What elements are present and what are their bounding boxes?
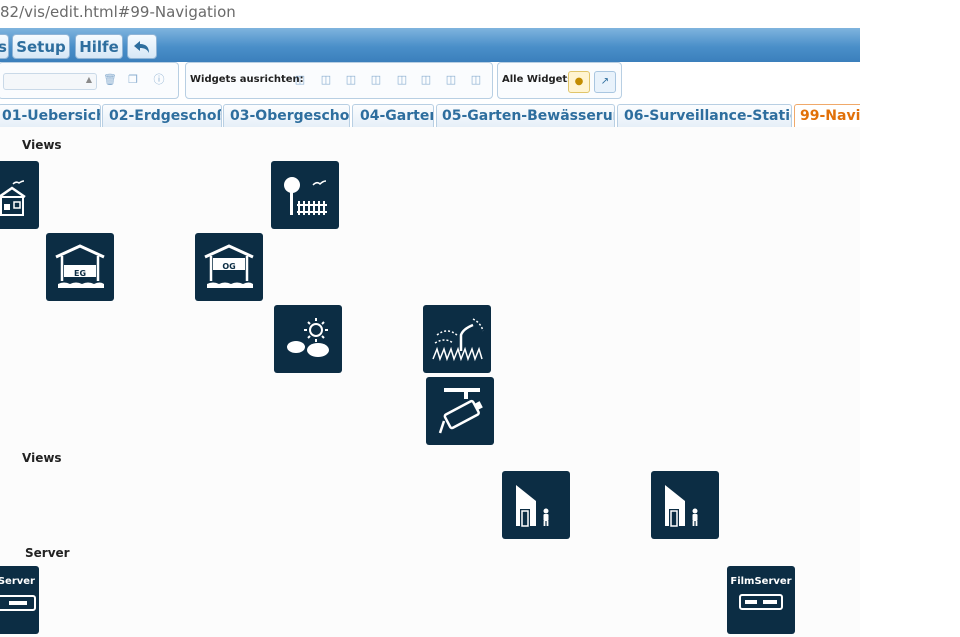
select-arrows-icon: ▲ <box>85 75 92 84</box>
main-menu-bar: s Setup Hilfe <box>0 28 860 62</box>
lock-all-button[interactable]: ● <box>568 71 590 93</box>
info-icon[interactable]: ⓘ <box>152 73 166 87</box>
tab-01-uebersicht[interactable]: 01-Uebersicht <box>0 104 101 127</box>
nav-tile-garden[interactable] <box>271 161 339 229</box>
distribute-h-icon[interactable]: ◫ <box>444 73 458 87</box>
tab-03-obergeschoss[interactable]: 03-Obergeschoß <box>223 104 350 127</box>
section-label-views: Views <box>22 138 62 152</box>
lock-icon: ● <box>574 76 584 87</box>
person-door-icon <box>516 485 549 527</box>
weather-icon <box>287 318 329 357</box>
all-widgets-label: Alle Widgets: <box>502 74 578 85</box>
menu-button-partial[interactable]: s <box>0 34 9 59</box>
floor-badge-og: OG <box>222 262 236 271</box>
sprinkler-icon <box>432 318 484 362</box>
person-door-icon <box>665 485 698 527</box>
tab-99-navigation[interactable]: 99-Navig <box>794 104 860 127</box>
camera-icon <box>438 388 483 434</box>
garden-icon <box>284 177 327 215</box>
floor-icon <box>55 244 105 288</box>
tab-05-garten-bewaesserung[interactable]: 05-Garten-Bewässerung <box>436 104 615 127</box>
nav-tile-erdgeschoss[interactable]: EG <box>46 233 114 301</box>
floor-badge-eg: EG <box>73 269 87 278</box>
tab-06-surveillance-station[interactable]: 06-Surveillance-Station <box>617 104 792 127</box>
align-label: Widgets ausrichten: <box>190 74 304 85</box>
copy-icon[interactable]: ❐ <box>126 73 140 87</box>
menu-setup-button[interactable]: Setup <box>12 34 70 59</box>
editor-toolbar: ▲ 🗑 ❐ ⓘ Widgets ausrichten: ◫ ◫ ◫ ◫ ◫ ◫ … <box>0 62 860 103</box>
distribute-v-icon[interactable]: ◫ <box>469 73 483 87</box>
view-toolbar-group: ▲ 🗑 ❐ ⓘ <box>0 62 179 99</box>
tab-04-garten[interactable]: 04-Garten <box>352 104 434 127</box>
editor-canvas[interactable]: Views Views Server EG OG Server FilmServ… <box>0 127 860 637</box>
menu-help-button[interactable]: Hilfe <box>75 34 123 59</box>
nav-tile-sprinkler[interactable] <box>423 305 491 373</box>
nav-tile-filmserver[interactable]: FilmServer <box>727 566 795 634</box>
nav-tile-person-2[interactable] <box>651 471 719 539</box>
undo-button[interactable] <box>127 34 157 59</box>
nav-tile-house-overview[interactable] <box>0 161 39 229</box>
house-icon <box>0 180 26 216</box>
section-label-server: Server <box>25 546 70 560</box>
nav-tile-person-1[interactable] <box>502 471 570 539</box>
server-icon <box>739 594 783 610</box>
align-top-icon[interactable]: ◫ <box>344 73 358 87</box>
undo-icon <box>134 41 149 53</box>
align-left-icon[interactable]: ◫ <box>293 73 307 87</box>
server-icon <box>0 595 36 611</box>
align-bottom-icon[interactable]: ◫ <box>369 73 383 87</box>
external-link-icon: ↗ <box>600 76 610 87</box>
align-right-icon[interactable]: ◫ <box>319 73 333 87</box>
align-toolbar-group: Widgets ausrichten: ◫ ◫ ◫ ◫ ◫ ◫ ◫ ◫ <box>185 62 493 99</box>
all-widgets-group: Alle Widgets: ● ↗ <box>497 62 622 99</box>
delete-icon[interactable]: 🗑 <box>103 73 117 87</box>
external-link-button[interactable]: ↗ <box>594 71 616 93</box>
view-tabs: 01-Uebersicht 02-Erdgeschoß 03-Obergesch… <box>0 102 860 128</box>
tab-02-erdgeschoss[interactable]: 02-Erdgeschoß <box>102 104 222 127</box>
section-label-views: Views <box>22 451 62 465</box>
align-center-v-icon[interactable]: ◫ <box>395 73 409 87</box>
align-center-h-icon[interactable]: ◫ <box>419 73 433 87</box>
nav-tile-weather[interactable] <box>274 305 342 373</box>
address-bar[interactable]: 82/vis/edit.html#99-Navigation <box>0 0 960 24</box>
nav-tile-server-left[interactable]: nServer <box>0 566 39 634</box>
nav-tile-obergeschoss[interactable]: OG <box>195 233 263 301</box>
nav-tile-surveillance[interactable] <box>426 377 494 445</box>
view-select[interactable]: ▲ <box>3 73 97 90</box>
